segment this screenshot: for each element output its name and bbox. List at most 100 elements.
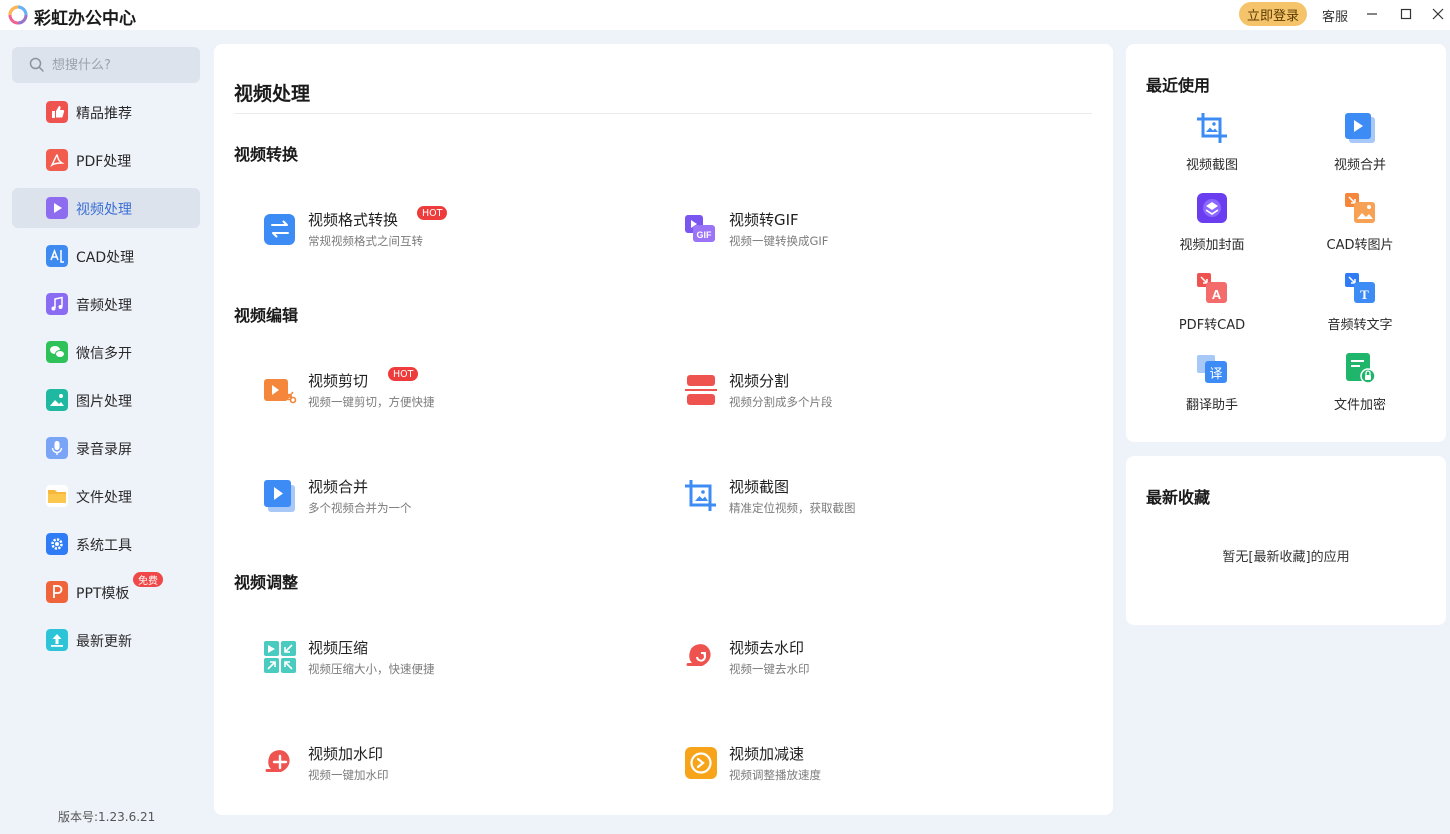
sidebar-item-image[interactable]: 图片处理 [12, 380, 200, 420]
merge-play-icon [1345, 113, 1375, 143]
sidebar-item-label: PPT模板 [76, 586, 130, 602]
svg-text:T: T [1360, 287, 1369, 302]
tool-name: 视频压缩 [308, 639, 369, 657]
recent-item-audio-to-text[interactable]: T 音频转文字 [1300, 272, 1420, 342]
tool-remove-watermark[interactable]: 视频去水印 视频一键去水印 [684, 632, 1064, 686]
sidebar-item-label: 视频处理 [76, 202, 132, 218]
microphone-icon [46, 437, 68, 459]
page-title: 视频处理 [234, 83, 311, 105]
minimize-icon[interactable] [1359, 2, 1385, 26]
tool-video-screenshot[interactable]: 视频截图 精准定位视频，获取截图 [684, 471, 1064, 525]
music-note-icon [46, 293, 68, 315]
tool-video-to-gif[interactable]: GIF 视频转GIF 视频一键转换成GIF [684, 204, 1064, 258]
recent-item-file-encrypt[interactable]: 文件加密 [1300, 352, 1420, 422]
recent-item-label: 翻译助手 [1185, 398, 1238, 413]
add-watermark-icon [265, 750, 290, 772]
recent-item-video-merge[interactable]: 视频合并 [1300, 112, 1420, 182]
image-icon [46, 389, 68, 411]
recent-item-label: PDF转CAD [1178, 318, 1246, 333]
sidebar-item-updates[interactable]: 最新更新 [12, 620, 200, 660]
tool-desc: 多个视频合并为一个 [308, 501, 412, 515]
tool-desc: 视频压缩大小，快速便捷 [308, 662, 435, 676]
app-title: 彩虹办公中心 [34, 9, 136, 29]
recent-item-video-screenshot[interactable]: 视频截图 [1152, 112, 1272, 182]
recent-item-cad-to-image[interactable]: CAD转图片 [1300, 192, 1420, 262]
remove-watermark-icon [686, 644, 711, 666]
tool-name: 视频格式转换 [308, 211, 399, 229]
recent-item-label: 文件加密 [1333, 398, 1386, 413]
audio-to-text-icon: T [1345, 273, 1375, 303]
tool-name: 视频分割 [729, 372, 790, 390]
recent-item-translate[interactable]: 译 翻译助手 [1152, 352, 1272, 422]
section-title-edit: 视频编辑 [234, 306, 299, 325]
tool-video-speed[interactable]: 视频加减速 视频调整播放速度 [684, 738, 1064, 792]
tool-video-format-convert[interactable]: 视频格式转换 HOT 常规视频格式之间互转 [263, 204, 643, 258]
tool-name: 视频截图 [729, 478, 790, 496]
tool-name: 视频去水印 [729, 639, 805, 657]
search-box [12, 47, 200, 83]
sidebar-item-label: 图片处理 [76, 394, 132, 410]
recent-item-label: CAD转图片 [1326, 238, 1394, 253]
hot-badge: HOT [388, 367, 419, 381]
tool-desc: 视频一键剪切，方便快捷 [308, 395, 435, 409]
maximize-icon[interactable] [1393, 2, 1419, 26]
video-play-icon [46, 197, 68, 219]
cad-to-image-icon [1345, 193, 1375, 223]
recent-item-label: 视频加封面 [1179, 238, 1245, 253]
convert-arrows-icon [264, 214, 295, 245]
sidebar-item-video[interactable]: 视频处理 [12, 188, 200, 228]
hot-badge: HOT [417, 206, 448, 220]
sidebar-item-wechat[interactable]: 微信多开 [12, 332, 200, 372]
tool-desc: 精准定位视频，获取截图 [729, 501, 856, 515]
tool-video-split[interactable]: 视频分割 视频分割成多个片段 [684, 365, 1064, 419]
tool-name: 视频剪切 [308, 372, 369, 390]
sidebar-item-featured[interactable]: 精品推荐 [12, 92, 200, 132]
video-scissors-icon [264, 379, 297, 404]
divider [234, 113, 1092, 114]
tool-name: 视频加水印 [308, 745, 384, 763]
svg-text:A: A [1212, 287, 1222, 302]
recent-item-pdf-to-cad[interactable]: A PDF转CAD [1152, 272, 1272, 342]
sidebar-item-label: 精品推荐 [76, 106, 132, 122]
recent-item-label: 视频合并 [1333, 158, 1386, 173]
recent-item-video-cover[interactable]: 视频加封面 [1152, 192, 1272, 262]
sidebar-item-file[interactable]: 文件处理 [12, 476, 200, 516]
sidebar-item-pdf[interactable]: PDF处理 [12, 140, 200, 180]
version-label: 版本号:1.23.6.21 [58, 810, 156, 824]
sidebar-item-system[interactable]: 系统工具 [12, 524, 200, 564]
close-icon[interactable] [1425, 2, 1450, 26]
sidebar-item-label: PDF处理 [76, 154, 132, 170]
tool-video-cut[interactable]: 视频剪切 HOT 视频一键剪切，方便快捷 [263, 365, 643, 419]
title-bar: 彩虹办公中心 立即登录 客服 [0, 0, 1450, 30]
main-panel: 视频处理 视频转换 视频编辑 视频调整 视频格式转换 HOT 常规视频格式之间互… [214, 44, 1113, 815]
tool-video-merge[interactable]: 视频合并 多个视频合并为一个 [263, 471, 643, 525]
sidebar-item-cad[interactable]: CAD处理 [12, 236, 200, 276]
login-button[interactable]: 立即登录 [1239, 2, 1307, 26]
gear-icon [46, 533, 68, 555]
sidebar-item-label: 音频处理 [76, 298, 132, 314]
tool-desc: 视频一键转换成GIF [729, 234, 829, 248]
favorites-title: 最新收藏 [1146, 488, 1211, 507]
ppt-icon [46, 581, 68, 603]
favorites-empty-text: 暂无[最新收藏]的应用 [1222, 550, 1350, 565]
split-icon [685, 375, 717, 405]
pdf-to-cad-icon: A [1197, 273, 1227, 303]
svg-text:译: 译 [1209, 367, 1222, 382]
cad-icon [46, 245, 68, 267]
tool-name: 视频合并 [308, 478, 369, 496]
sidebar-item-label: 最新更新 [76, 634, 132, 650]
wechat-icon [46, 341, 68, 363]
sidebar-item-record[interactable]: 录音录屏 [12, 428, 200, 468]
sidebar-item-audio[interactable]: 音频处理 [12, 284, 200, 324]
svg-text:GIF: GIF [697, 230, 713, 240]
customer-service-link[interactable]: 客服 [1322, 6, 1348, 25]
search-input[interactable] [52, 47, 192, 83]
recent-panel: 最近使用 视频截图 视频合并 视频加封面 CAD转图片 A PDF转CAD T … [1126, 44, 1446, 442]
tool-desc: 视频分割成多个片段 [729, 395, 833, 409]
sidebar-item-ppt[interactable]: PPT模板 免费 [12, 572, 200, 612]
tool-video-compress[interactable]: 视频压缩 视频压缩大小，快速便捷 [263, 632, 643, 686]
merge-play-icon [264, 480, 295, 512]
tool-add-watermark[interactable]: 视频加水印 视频一键加水印 [263, 738, 643, 792]
tool-desc: 视频一键加水印 [308, 768, 389, 782]
upload-icon [46, 629, 68, 651]
